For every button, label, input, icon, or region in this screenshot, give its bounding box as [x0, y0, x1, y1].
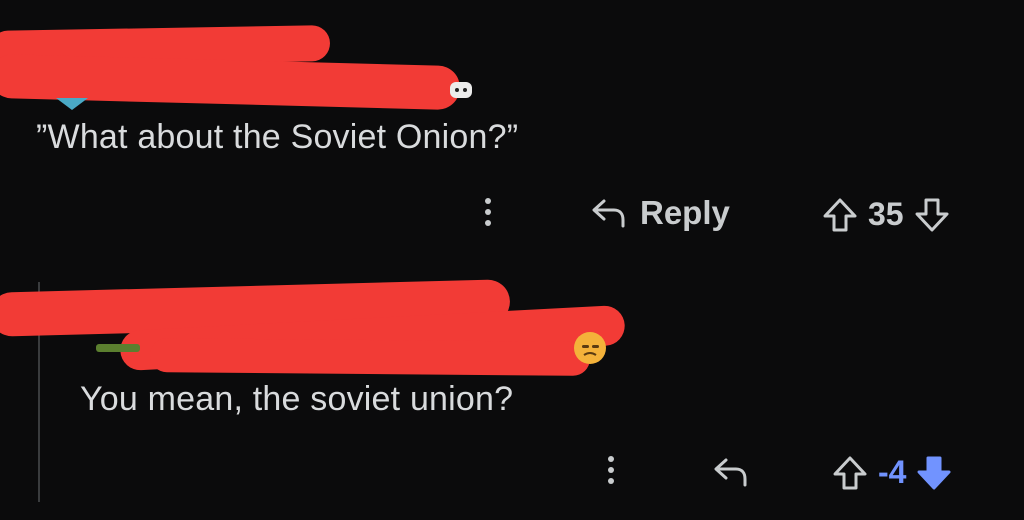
redacted-username: [149, 338, 591, 376]
vote-controls: -4: [832, 454, 952, 491]
upvote-arrow-icon: [833, 456, 867, 489]
award-icon: [450, 82, 472, 98]
upvote-arrow-icon: [823, 198, 857, 231]
vote-score: -4: [878, 454, 907, 490]
comment-thread: ”What about the Soviet Onion?” Reply 35: [0, 0, 1024, 520]
reply-button[interactable]: [712, 454, 750, 490]
downvote-button[interactable]: [914, 197, 950, 233]
avatar-icon: [96, 344, 140, 352]
reply-label: Reply: [640, 194, 730, 231]
more-options-button[interactable]: [606, 456, 616, 484]
more-options-button[interactable]: [483, 198, 493, 226]
kebab-dot: [485, 220, 491, 226]
kebab-dot: [608, 478, 614, 484]
kebab-dot: [608, 467, 614, 473]
comment-body: ”What about the Soviet Onion?”: [36, 118, 519, 156]
reply-arrow-icon: [714, 458, 747, 487]
downvote-arrow-icon: [915, 198, 949, 231]
upvote-button[interactable]: [822, 197, 858, 233]
vote-controls: 35: [822, 196, 950, 233]
comment-body: You mean, the soviet union?: [80, 380, 514, 418]
reply-arrow-icon: [592, 199, 625, 228]
downvote-button[interactable]: [916, 455, 952, 491]
downvote-arrow-icon: [917, 456, 951, 489]
kebab-dot: [485, 198, 491, 204]
emoji-flair-icon: [574, 332, 606, 364]
kebab-dot: [608, 456, 614, 462]
vote-score: 35: [868, 196, 904, 232]
kebab-dot: [485, 209, 491, 215]
reply-button[interactable]: Reply: [590, 194, 730, 232]
avatar-icon: [56, 98, 88, 110]
upvote-button[interactable]: [832, 455, 868, 491]
